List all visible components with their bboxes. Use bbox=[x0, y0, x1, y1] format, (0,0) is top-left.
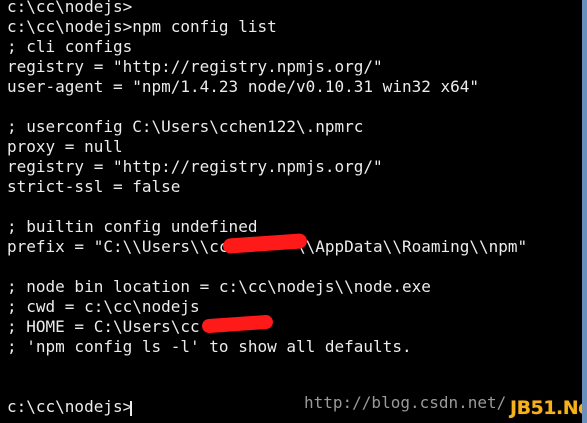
console-line-2: c:\cc\nodejs>npm config list bbox=[7, 17, 277, 36]
console-line-10: strict-ssl = false bbox=[7, 177, 181, 196]
site-logo: JB51.Net bbox=[510, 397, 587, 419]
console-line-21: c:\cc\nodejs> bbox=[7, 397, 133, 416]
console-line-18: ; 'npm config ls -l' to show all default… bbox=[7, 337, 412, 356]
watermark-url: http://blog.csdn.net/ bbox=[304, 393, 507, 412]
console-line-15: ; node bin location = c:\cc\nodejs\\node… bbox=[7, 277, 431, 296]
console-line-1: c:\cc\nodejs> bbox=[7, 0, 133, 16]
console-line-8: proxy = null bbox=[7, 137, 123, 156]
console-line-17: ; HOME = C:\Users\cc bbox=[7, 317, 200, 336]
console-line-7: ; userconfig C:\Users\cchen122\.npmrc bbox=[7, 117, 364, 136]
console-line-3: ; cli configs bbox=[7, 37, 133, 56]
console-line-5: user-agent = "npm/1.4.23 node/v0.10.31 w… bbox=[7, 77, 480, 96]
command-prompt-console[interactable]: c:\cc\nodejs> c:\cc\nodejs>npm config li… bbox=[7, 0, 582, 423]
console-line-4: registry = "http://registry.npmjs.org/" bbox=[7, 57, 383, 76]
console-line-9: registry = "http://registry.npmjs.org/" bbox=[7, 157, 383, 176]
console-line-12: ; builtin config undefined bbox=[7, 217, 258, 236]
window-frame-edge bbox=[582, 0, 587, 423]
text-cursor bbox=[130, 401, 132, 416]
console-line-16: ; cwd = c:\cc\nodejs bbox=[7, 297, 200, 316]
